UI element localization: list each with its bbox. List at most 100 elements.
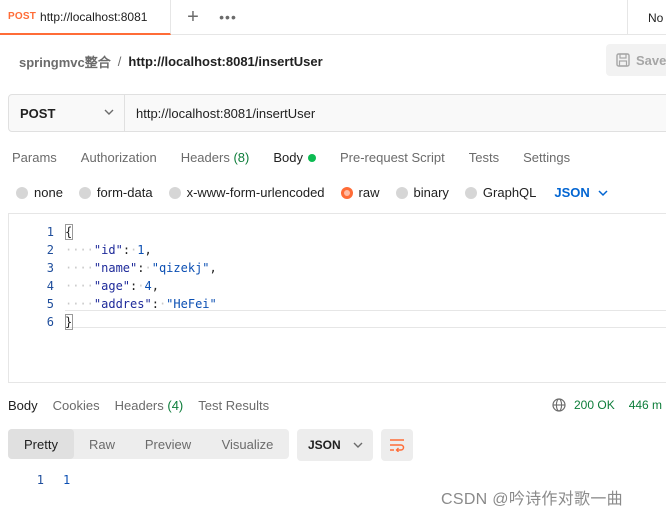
response-tab-cookies[interactable]: Cookies <box>53 398 100 413</box>
radio-icon <box>78 186 91 199</box>
save-button[interactable]: Save <box>606 44 666 76</box>
close-brace: } <box>65 315 73 329</box>
body-type-none[interactable]: none <box>16 185 63 200</box>
tab-label: Test Results <box>198 398 270 413</box>
wrap-lines-icon <box>390 439 405 452</box>
response-format-select[interactable]: JSON <box>297 429 373 461</box>
code-line: ····"addres":·"HeFei" <box>65 297 217 311</box>
request-tab-bar: POST http://localhost:8081 + ••• No <box>0 0 666 35</box>
option-label: raw <box>358 185 380 200</box>
plus-icon[interactable]: + <box>182 6 204 28</box>
tab-title: http://localhost:8081 <box>40 9 148 24</box>
request-tabs: Params Authorization Headers (8) Body Pr… <box>12 150 594 165</box>
tab-label: Pre-request Script <box>339 150 445 165</box>
indent-dots: ···· <box>65 261 94 275</box>
json-comma: , <box>151 279 159 293</box>
tab-label: Body <box>273 150 303 165</box>
option-label: GraphQL <box>482 185 537 200</box>
json-value: 1 <box>137 243 145 257</box>
json-colon: : <box>151 297 159 311</box>
request-tab[interactable]: POST http://localhost:8081 <box>0 0 171 35</box>
response-tab-body[interactable]: Body <box>8 398 38 413</box>
option-label: none <box>34 185 63 200</box>
response-tabs: Body Cookies Headers (4) Test Results <box>8 398 284 413</box>
url-input[interactable]: http://localhost:8081/insertUser <box>125 95 666 131</box>
url-bar: POST http://localhost:8081/insertUser <box>8 94 666 132</box>
view-visualize[interactable]: Visualize <box>206 429 289 459</box>
line-number: 2 <box>46 243 54 257</box>
tab-label: Params <box>12 150 57 165</box>
line-number: 4 <box>46 279 54 293</box>
response-value: 1 <box>63 473 71 487</box>
response-line-number: 1 <box>36 473 44 487</box>
radio-selected-icon <box>340 186 353 199</box>
code-line: ····"id":·1, <box>65 243 152 257</box>
tab-label: Authorization <box>80 150 157 165</box>
radio-icon <box>395 186 408 199</box>
code-line: ····"name":·"qizekj", <box>65 261 217 275</box>
space-dot: · <box>137 279 145 293</box>
status-code[interactable]: 200 OK <box>574 398 615 412</box>
tab-pre-request-script[interactable]: Pre-request Script <box>340 150 445 165</box>
open-brace: { <box>65 225 73 239</box>
indent-dots: ···· <box>65 279 94 293</box>
environment-label: No <box>648 10 664 25</box>
tab-tests[interactable]: Tests <box>469 150 499 165</box>
tab-body[interactable]: Body <box>273 150 316 165</box>
breadcrumb-collection[interactable]: springmvc整合 <box>19 52 111 71</box>
headers-count: (4) <box>167 398 184 413</box>
body-type-graphql[interactable]: GraphQL <box>464 185 537 200</box>
chevron-down-icon <box>104 109 114 115</box>
code-line: { <box>65 225 72 239</box>
json-value: 4 <box>144 279 152 293</box>
environment-selector[interactable]: No <box>627 0 666 35</box>
breadcrumb-separator: / <box>117 54 122 69</box>
headers-count: (8) <box>233 150 250 165</box>
body-type-form-data[interactable]: form-data <box>78 185 153 200</box>
save-label: Save <box>636 52 666 68</box>
json-key: "id" <box>93 243 123 257</box>
current-line-highlight <box>65 310 666 328</box>
response-tab-headers[interactable]: Headers (4) <box>115 398 184 413</box>
chevron-down-icon <box>598 189 608 196</box>
watermark: CSDN @吟诗作对歌一曲 <box>441 491 623 508</box>
view-raw[interactable]: Raw <box>74 429 130 459</box>
body-type-urlencoded[interactable]: x-www-form-urlencoded <box>168 185 325 200</box>
view-pretty[interactable]: Pretty <box>8 429 74 459</box>
tab-label: Settings <box>523 150 571 165</box>
body-editor[interactable]: 1 2 3 4 5 6 { ····"id":·1, ····"name":·"… <box>8 213 666 383</box>
tab-headers[interactable]: Headers (8) <box>181 150 250 165</box>
more-icon[interactable]: ••• <box>217 6 239 28</box>
chevron-down-icon <box>353 442 363 448</box>
body-language-select[interactable]: JSON <box>554 185 608 200</box>
line-number: 5 <box>46 297 54 311</box>
json-colon: : <box>137 261 145 275</box>
tab-authorization[interactable]: Authorization <box>81 150 157 165</box>
wrap-lines-button[interactable] <box>381 429 413 461</box>
tab-label: Headers <box>114 398 164 413</box>
tab-params[interactable]: Params <box>12 150 57 165</box>
radio-icon <box>16 186 28 199</box>
code-line: ····"age":·4, <box>65 279 159 293</box>
tab-label: Body <box>8 398 38 413</box>
body-type-raw[interactable]: raw <box>340 185 380 200</box>
format-label: JSON <box>308 438 341 452</box>
globe-icon[interactable] <box>552 398 566 412</box>
line-number: 6 <box>46 315 54 329</box>
code-line: } <box>65 315 72 329</box>
radio-icon <box>168 186 181 199</box>
space-dot: · <box>144 261 152 275</box>
method-select[interactable]: POST <box>9 95 125 131</box>
response-tab-test-results[interactable]: Test Results <box>198 398 269 413</box>
json-key: "addres" <box>93 297 152 311</box>
body-type-binary[interactable]: binary <box>395 185 449 200</box>
body-type-options: none form-data x-www-form-urlencoded raw… <box>16 185 608 200</box>
breadcrumb-request-name[interactable]: http://localhost:8081/insertUser <box>128 54 322 69</box>
radio-icon <box>464 186 477 199</box>
view-preview[interactable]: Preview <box>130 429 206 459</box>
json-comma: , <box>209 261 217 275</box>
tab-settings[interactable]: Settings <box>523 150 570 165</box>
url-text: http://localhost:8081/insertUser <box>136 105 316 121</box>
response-time[interactable]: 446 m <box>629 398 662 412</box>
tab-label: Headers <box>180 150 230 165</box>
